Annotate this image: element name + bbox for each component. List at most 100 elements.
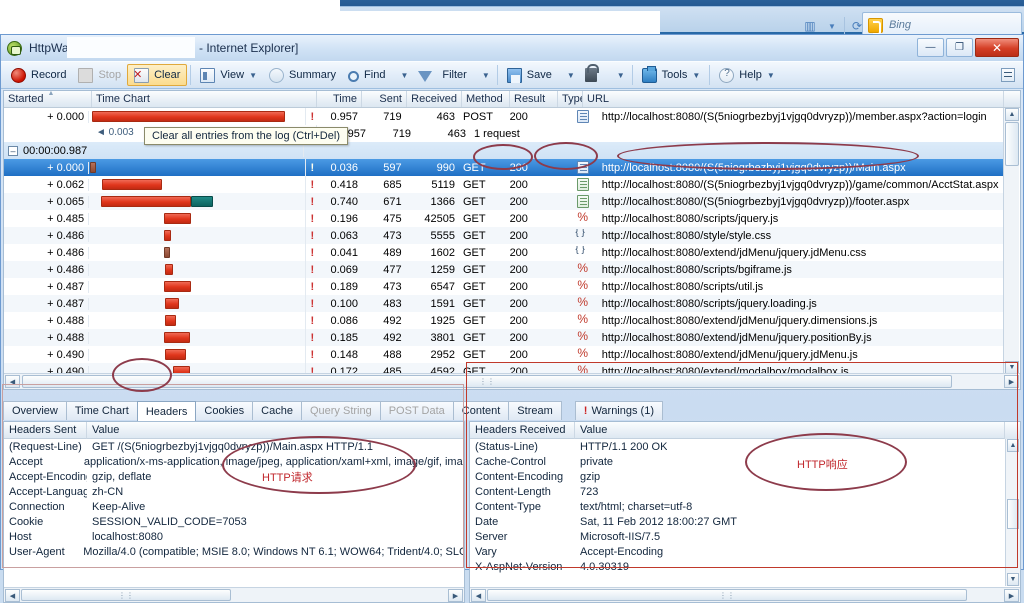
grid-column-header-method[interactable]: Method: [462, 91, 510, 107]
header-row[interactable]: Accept application/x-ms-application, imag…: [4, 454, 464, 469]
grid-column-header-received[interactable]: Received: [407, 91, 462, 107]
scroll-left-arrow-icon[interactable]: ◀: [5, 375, 20, 388]
tab-content[interactable]: Content: [452, 401, 510, 420]
table-row[interactable]: + 0.490! 0.148 488 2952 GET 200 http://localho…: [4, 346, 1004, 363]
collapse-toolbar-button[interactable]: [1001, 68, 1015, 82]
recv-scroll-up-icon[interactable]: ▲: [1007, 439, 1019, 452]
collapse-group-icon[interactable]: –: [8, 145, 18, 156]
table-row[interactable]: + 0.486! 0.069 477 1259 GET 200 http://localho…: [4, 261, 1004, 278]
headers-sent-col-name[interactable]: Headers Sent: [4, 422, 87, 439]
sent-scroll-right-icon[interactable]: ▶: [448, 589, 463, 602]
tab-time-chart[interactable]: Time Chart: [65, 401, 138, 420]
tab-headers[interactable]: Headers: [136, 401, 197, 421]
grid-column-header-time-chart[interactable]: Time Chart: [92, 91, 317, 107]
grid-column-header-time[interactable]: Time: [317, 91, 362, 107]
tools-chevron-down-icon[interactable]: ▼: [692, 71, 700, 80]
headers-sent-col-value[interactable]: Value: [87, 422, 464, 439]
recv-scroll-down-icon[interactable]: ▼: [1007, 573, 1019, 586]
sent-hscroll-thumb[interactable]: ⋮⋮: [21, 589, 231, 601]
compat-view-icon[interactable]: ▥: [800, 16, 820, 36]
header-row[interactable]: Connection Keep-Alive: [4, 499, 464, 514]
recv-hscroll-thumb[interactable]: ⋮⋮: [487, 589, 967, 601]
header-row[interactable]: Cache-Control private: [470, 454, 1020, 469]
header-row[interactable]: Content-Encoding gzip: [470, 469, 1020, 484]
grid-column-header-result[interactable]: Result: [510, 91, 558, 107]
header-row[interactable]: Content-Length 723: [470, 484, 1020, 499]
save-dropdown[interactable]: ▼: [558, 64, 579, 86]
headers-received-col-name[interactable]: Headers Received: [470, 422, 575, 439]
table-row[interactable]: + 0.486! 0.041 489 1602 GET 200 http://localho…: [4, 244, 1004, 261]
tab-warnings[interactable]: ! Warnings (1): [574, 401, 663, 420]
sent-scroll-left-icon[interactable]: ◀: [5, 589, 20, 602]
table-row[interactable]: + 0.487! 0.100 483 1591 GET 200 http://localho…: [4, 295, 1004, 312]
help-button[interactable]: Help ▼: [713, 64, 781, 86]
table-row[interactable]: + 0.485! 0.196 475 42505 GET 200 http://localh…: [4, 210, 1004, 227]
find-chevron-down-icon[interactable]: ▼: [400, 71, 408, 80]
grid-column-header-sent[interactable]: Sent: [362, 91, 407, 107]
grid-vscroll-thumb[interactable]: [1005, 122, 1019, 166]
table-row[interactable]: + 0.486! 0.063 473 5555 GET 200 http://localho…: [4, 227, 1004, 244]
table-row[interactable]: + 0.062! 0.418 685 5119 GET 200 http://localho…: [4, 176, 1004, 193]
find-button[interactable]: Find: [342, 64, 391, 86]
headers-received-hscrollbar[interactable]: ◀ ⋮⋮ ▶: [470, 587, 1020, 602]
header-row[interactable]: User-Agent Mozilla/4.0 (compatible; MSIE …: [4, 544, 464, 559]
view-chevron-down-icon[interactable]: ▼: [249, 71, 257, 80]
tab-cache[interactable]: Cache: [252, 401, 302, 420]
header-row[interactable]: (Request-Line) GET /(S(5niogrbezbyj1vjgq0…: [4, 439, 464, 454]
save-chevron-down-icon[interactable]: ▼: [567, 71, 575, 80]
security-dropdown[interactable]: ▼: [608, 64, 629, 86]
recv-scroll-right-icon[interactable]: ▶: [1004, 589, 1019, 602]
table-row[interactable]: + 0.488! 0.185 492 3801 GET 200 http://localho…: [4, 329, 1004, 346]
filter-button[interactable]: Filter: [412, 64, 472, 86]
headers-sent-hscrollbar[interactable]: ◀ ⋮⋮ ▶: [4, 587, 464, 602]
summary-button[interactable]: Summary: [263, 64, 342, 86]
security-chevron-down-icon[interactable]: ▼: [617, 71, 625, 80]
chevron-down-icon[interactable]: ▼: [822, 16, 842, 36]
maximize-button[interactable]: ❐: [946, 38, 973, 57]
minimize-button[interactable]: —: [917, 38, 944, 57]
filter-dropdown[interactable]: ▼: [473, 64, 494, 86]
save-button[interactable]: Save: [501, 64, 558, 86]
header-row[interactable]: Accept-Language zh-CN: [4, 484, 464, 499]
table-row[interactable]: + 0.487! 0.189 473 6547 GET 200 http://localho…: [4, 278, 1004, 295]
headers-received-vscrollbar[interactable]: ▲ ▼: [1005, 439, 1020, 586]
tab-overview[interactable]: Overview: [3, 401, 67, 420]
header-row[interactable]: Cookie SESSION_VALID_CODE=7053: [4, 514, 464, 529]
close-button[interactable]: ✕: [975, 38, 1019, 57]
header-row[interactable]: Content-Type text/html; charset=utf-8: [470, 499, 1020, 514]
table-row[interactable]: + 0.000! 0.957 719 463 POST 200 http://localho…: [4, 108, 1004, 125]
security-button[interactable]: [579, 64, 608, 86]
grid-hscroll-thumb[interactable]: ⋮⋮: [22, 375, 952, 388]
grid-column-header-url[interactable]: URL: [583, 91, 1004, 107]
grid-column-header-started[interactable]: Started ▲: [4, 91, 92, 107]
header-row[interactable]: (Status-Line) HTTP/1.1 200 OK: [470, 439, 1020, 454]
grid-vertical-scrollbar[interactable]: ▲ ▼: [1003, 108, 1019, 374]
recv-scroll-left-icon[interactable]: ◀: [471, 589, 486, 602]
table-row[interactable]: + 0.065! 0.740 671 1366 GET 200 http://localho…: [4, 193, 1004, 210]
tools-button[interactable]: Tools ▼: [636, 64, 707, 86]
tab-query-string[interactable]: Query String: [300, 401, 381, 420]
header-row[interactable]: Server Microsoft-IIS/7.5: [470, 529, 1020, 544]
header-row[interactable]: Accept-Encoding gzip, deflate: [4, 469, 464, 484]
header-row[interactable]: Host localhost:8080: [4, 529, 464, 544]
help-chevron-down-icon[interactable]: ▼: [767, 71, 775, 80]
table-row[interactable]: + 0.000! 0.036 597 990 GET 200 http://localhos…: [4, 159, 1004, 176]
grid-column-header-type[interactable]: Type: [558, 91, 583, 107]
scroll-right-arrow-icon[interactable]: ▶: [1004, 375, 1019, 388]
scroll-up-arrow-icon[interactable]: ▲: [1005, 108, 1019, 121]
find-dropdown[interactable]: ▼: [391, 64, 412, 86]
filter-chevron-down-icon[interactable]: ▼: [482, 71, 490, 80]
headers-received-col-value[interactable]: Value: [575, 422, 1005, 439]
tab-cookies[interactable]: Cookies: [195, 401, 254, 420]
clear-button[interactable]: Clear: [127, 64, 188, 86]
tab-post-data[interactable]: POST Data: [379, 401, 454, 420]
header-row[interactable]: Vary Accept-Encoding: [470, 544, 1020, 559]
table-row[interactable]: + 0.488! 0.086 492 1925 GET 200 http://localho…: [4, 312, 1004, 329]
record-button[interactable]: Record: [5, 64, 72, 86]
header-row[interactable]: X-AspNet-Version 4.0.30319: [470, 559, 1020, 574]
recv-vscroll-thumb[interactable]: [1007, 499, 1019, 529]
view-button[interactable]: View ▼: [194, 64, 263, 86]
grid-horizontal-scrollbar[interactable]: ◀ ⋮⋮ ▶: [4, 373, 1020, 389]
header-row[interactable]: Date Sat, 11 Feb 2012 18:00:27 GMT: [470, 514, 1020, 529]
tab-stream[interactable]: Stream: [508, 401, 562, 420]
